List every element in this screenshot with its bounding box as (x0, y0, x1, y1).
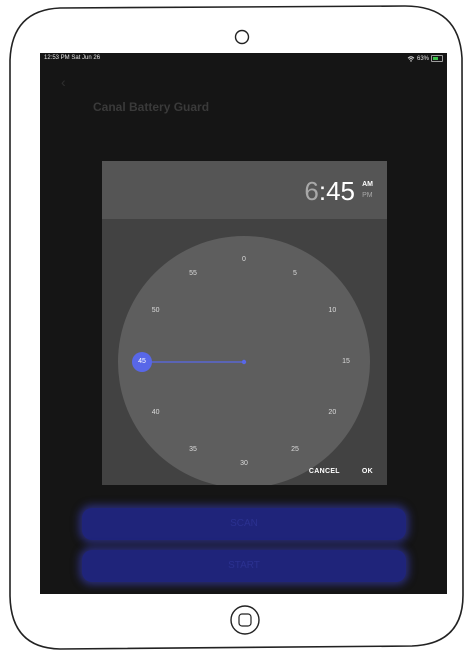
minute-value[interactable]: 45 (326, 176, 355, 206)
dial-center-dot (241, 359, 247, 365)
dial-hand-layer (132, 352, 247, 372)
hour-value[interactable]: 6 (304, 176, 318, 206)
dial-minute-55[interactable]: 55 (183, 269, 203, 279)
ok-button[interactable]: OK (362, 468, 373, 475)
dial-minute-10[interactable]: 10 (322, 306, 342, 316)
dial-minute-5[interactable]: 5 (285, 269, 305, 279)
ampm-toggle: AM PM (362, 179, 373, 201)
back-chevron-icon[interactable]: ‹ (61, 74, 66, 90)
dial-minute-45[interactable]: 45 (132, 357, 152, 367)
battery-percent: 63% (416, 55, 429, 62)
time-picker-dialog: 6:45 AM PM 0 5 10 15 20 25 30 35 40 45 50 55 CANCEL… (102, 161, 387, 485)
wifi-icon (407, 55, 415, 62)
time-separator: : (318, 176, 327, 206)
dial-minute-25[interactable]: 25 (285, 445, 305, 455)
time-display: 6:45 (304, 177, 355, 205)
status-time: 12:53 PM Sat Jun 26 (44, 55, 101, 61)
cancel-button[interactable]: CANCEL (309, 468, 340, 475)
dial-minute-0[interactable]: 0 (234, 255, 254, 265)
dial-minute-30[interactable]: 30 (234, 459, 254, 469)
scan-button[interactable]: SCAN (82, 508, 406, 540)
dial-minute-50[interactable]: 50 (146, 306, 166, 316)
dial-minute-35[interactable]: 35 (183, 445, 203, 455)
dial-minute-20[interactable]: 20 (322, 408, 342, 418)
am-option[interactable]: AM (362, 179, 373, 190)
minute-dial[interactable]: 0 5 10 15 20 25 30 35 40 45 50 55 (118, 236, 370, 485)
status-indicators: 63% (407, 55, 443, 62)
dialog-actions: CANCEL OK (309, 468, 373, 475)
time-picker-header: 6:45 AM PM (102, 161, 387, 219)
start-button[interactable]: START (82, 550, 406, 582)
app-screen: 12:53 PM Sat Jun 26 63% ‹ Canal Battery … (40, 53, 447, 594)
page-title: Canal Battery Guard (93, 100, 210, 114)
status-bar: 12:53 PM Sat Jun 26 63% (40, 53, 447, 65)
battery-icon (431, 55, 443, 62)
dial-minute-40[interactable]: 40 (146, 408, 166, 418)
dial-minute-15[interactable]: 15 (336, 357, 356, 367)
pm-option[interactable]: PM (362, 190, 373, 201)
